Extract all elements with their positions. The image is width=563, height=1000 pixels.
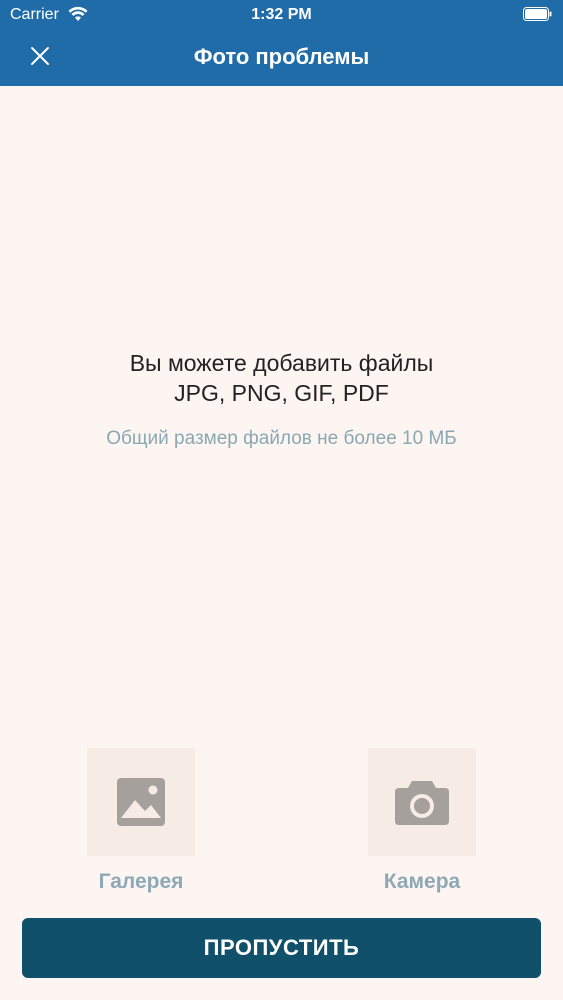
image-icon [117,778,165,826]
page-title: Фото проблемы [193,44,370,69]
main-content: Вы можете добавить файлы JPG, PNG, GIF, … [0,86,563,1000]
message-line-1: Вы можете добавить файлы [129,350,434,376]
size-limit-hint: Общий размер файлов не более 10 МБ [106,428,457,449]
skip-button[interactable]: ПРОПУСТИТЬ [22,918,541,978]
camera-tile[interactable] [368,748,476,856]
message-line-2: JPG, PNG, GIF, PDF [174,380,389,406]
gallery-tile[interactable] [87,748,195,856]
navigation-bar: Фото проблемы [0,30,563,86]
gallery-label: Галерея [98,870,184,893]
status-bar: Carrier 1:32 PM [0,0,563,30]
battery-icon [523,7,553,21]
camera-label: Камера [383,870,461,893]
supported-formats-message: Вы можете добавить файлы JPG, PNG, GIF, … [0,348,563,408]
status-time: 1:32 PM [251,6,312,23]
camera-icon [395,781,449,825]
top-bar: Carrier 1:32 PM Фото проблемы [0,0,563,86]
gallery-button[interactable]: Галерея [61,748,221,894]
camera-button[interactable]: Камера [342,748,502,894]
